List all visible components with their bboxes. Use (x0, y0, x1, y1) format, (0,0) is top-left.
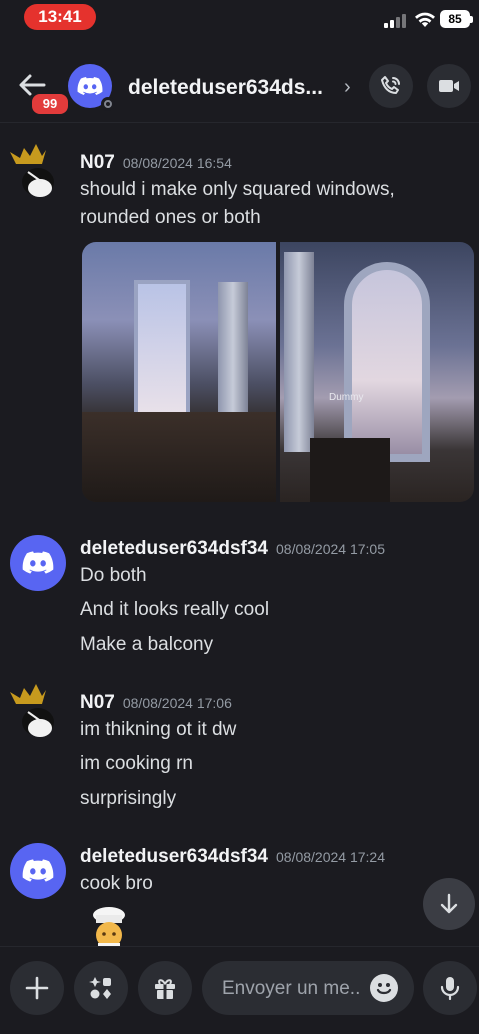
video-call-button[interactable] (427, 64, 471, 108)
dm-header: 99 deleteduser634ds... › (0, 52, 479, 123)
arrow-down-icon (440, 893, 458, 914)
discord-logo-icon (77, 77, 103, 95)
offline-status-icon (101, 97, 115, 111)
message-text: should i make only squared windows, (80, 179, 395, 200)
pillar-render (284, 252, 314, 452)
avatar[interactable] (10, 843, 66, 899)
video-camera-icon (439, 80, 459, 92)
clock: 13:41 (24, 4, 96, 30)
timestamp: 08/08/2024 16:54 (122, 155, 232, 171)
discord-logo-icon (22, 551, 54, 574)
image-attachment[interactable] (82, 242, 276, 502)
figure-render (310, 438, 390, 502)
plus-icon (25, 976, 49, 1000)
emoji-picker-button[interactable] (370, 974, 398, 1002)
message-header: deleteduser634dsf34 08/08/2024 17:24 (80, 846, 385, 868)
user-avatar-icon (10, 144, 54, 197)
avatar[interactable] (68, 64, 115, 111)
message-text: And it looks really cool (80, 599, 270, 620)
discord-logo-icon (22, 859, 54, 882)
unread-badge: 99 (30, 92, 70, 116)
message-text: im thikning ot it dw (80, 719, 237, 740)
floor-render (82, 412, 276, 502)
phone-call-icon (381, 76, 400, 94)
message-text: cook bro (80, 873, 153, 894)
gift-button[interactable] (138, 961, 192, 1015)
chevron-right-icon[interactable]: › (344, 76, 351, 99)
cook-emoji-icon (93, 907, 125, 950)
avatar[interactable] (10, 144, 66, 202)
arched-window-render (344, 262, 430, 462)
timestamp: 08/08/2024 17:05 (276, 541, 385, 557)
author-name[interactable]: N07 (80, 692, 115, 713)
message-input[interactable] (220, 961, 364, 1017)
message-text: Make a balcony (80, 634, 214, 655)
apps-icon (89, 977, 111, 999)
message-header: deleteduser634dsf34 08/08/2024 17:05 (80, 538, 385, 560)
author-name[interactable]: deleteduser634dsf34 (80, 846, 268, 867)
image-caption-text: Dummy (329, 392, 364, 403)
avatar[interactable] (10, 535, 66, 591)
microphone-icon (440, 977, 460, 1000)
jump-to-present-button[interactable] (423, 878, 475, 930)
message-header: N07 08/08/2024 16:54 (80, 152, 232, 174)
image-attachment[interactable] (280, 242, 474, 502)
timestamp: 08/08/2024 17:24 (276, 849, 385, 865)
message-header: N07 08/08/2024 17:06 (80, 692, 232, 714)
message-text: Do both (80, 565, 147, 586)
avatar[interactable] (10, 684, 66, 742)
channel-title[interactable]: deleteduser634ds... (128, 76, 323, 100)
emoji-icon (376, 983, 392, 995)
attach-button[interactable] (10, 961, 64, 1015)
user-avatar-icon (10, 684, 54, 737)
battery-indicator: 85 (440, 10, 473, 28)
timestamp: 08/08/2024 17:06 (122, 695, 232, 711)
gift-icon (155, 979, 175, 999)
apps-button[interactable] (74, 961, 128, 1015)
message-text: rounded ones or both (80, 207, 261, 228)
image-attachments (82, 242, 474, 502)
author-name[interactable]: deleteduser634dsf34 (80, 538, 268, 559)
message-text: im cooking rn (80, 753, 193, 774)
cellular-signal-icon (384, 12, 408, 28)
message-text: surprisingly (80, 788, 177, 809)
message-composer (0, 946, 479, 1034)
author-name[interactable]: N07 (80, 152, 115, 173)
wifi-icon (415, 12, 435, 27)
status-bar: 13:41 85 (0, 0, 479, 40)
voice-message-button[interactable] (423, 961, 477, 1015)
message-input-container (202, 961, 414, 1017)
voice-call-button[interactable] (369, 64, 413, 108)
